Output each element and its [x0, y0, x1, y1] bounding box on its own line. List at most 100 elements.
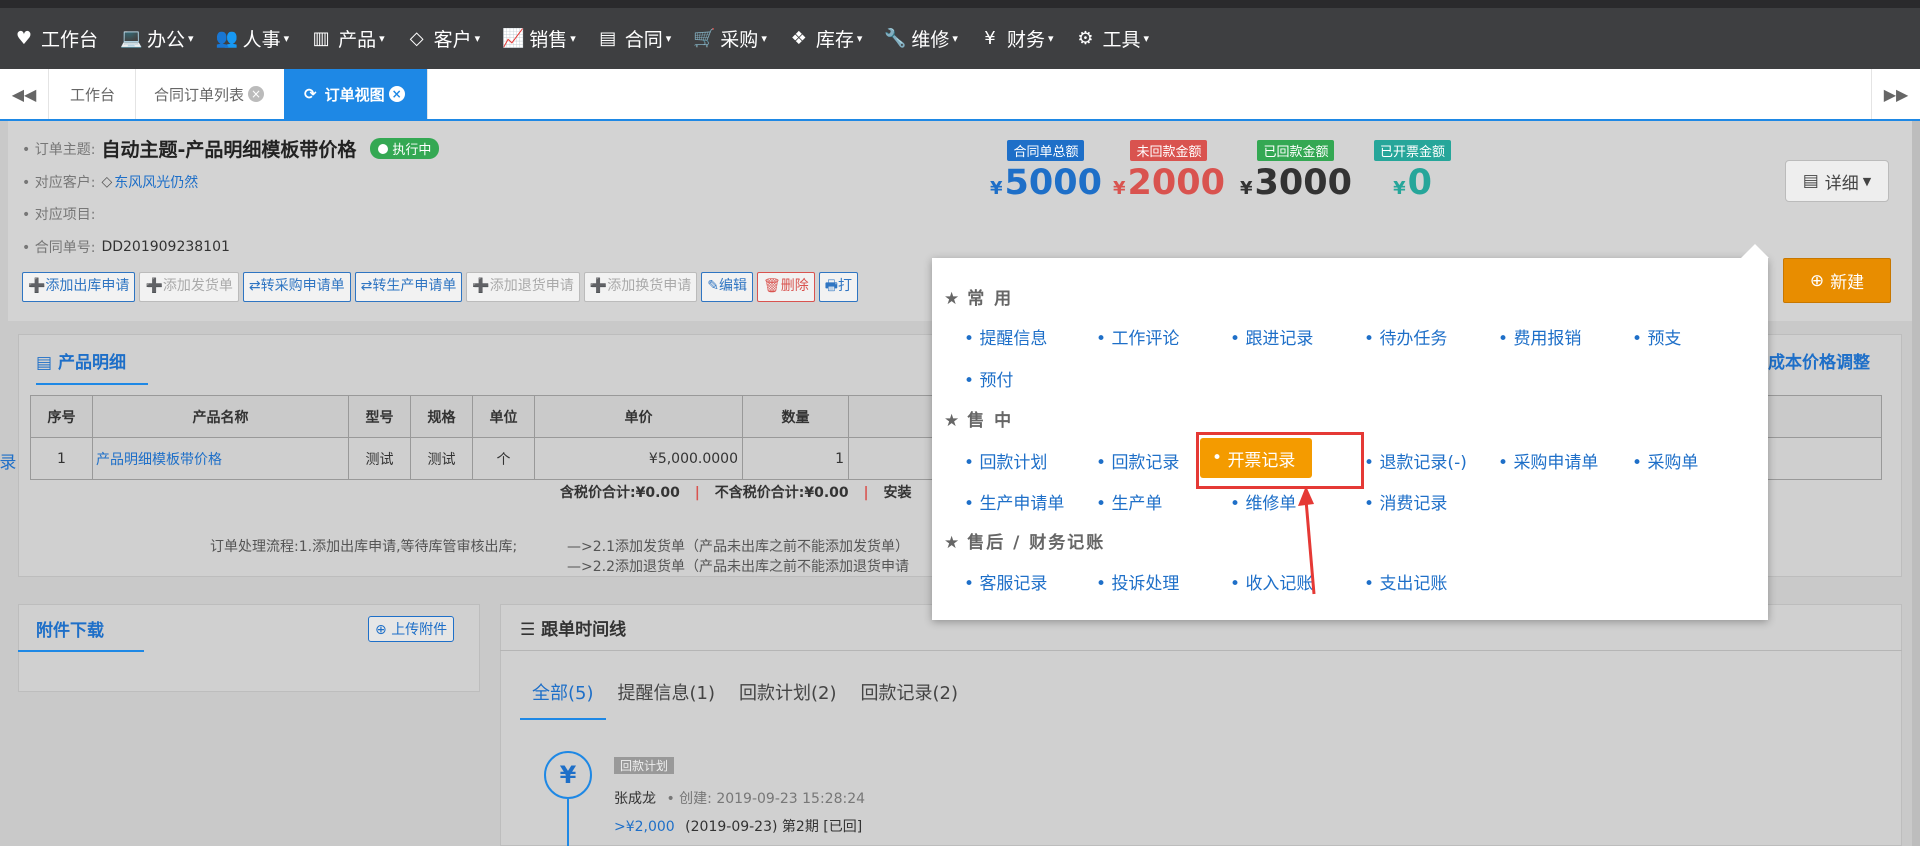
- add-outbound-button[interactable]: ➕添加出库申请: [22, 272, 136, 302]
- project-row: • 对应项目:: [22, 204, 95, 224]
- timeline-amount-row: >¥2,000 (2019-09-23) 第2期 [已回]: [614, 816, 862, 836]
- popup-link[interactable]: 工作评论: [1096, 324, 1179, 349]
- popup-link[interactable]: 回款记录: [1096, 448, 1179, 473]
- users-icon: 👥: [215, 28, 238, 49]
- popup-link[interactable]: 退款记录(-): [1364, 448, 1466, 473]
- nav-item-10[interactable]: ¥ 财务 ▾: [980, 25, 1053, 52]
- popup-link[interactable]: 投诉处理: [1096, 569, 1179, 594]
- nav-label: 客户: [433, 29, 472, 51]
- tab-scroll-left-button[interactable]: ◀◀: [0, 69, 49, 119]
- nav-label: 维修: [911, 29, 950, 51]
- nav-item-2[interactable]: 👥 人事 ▾: [216, 25, 290, 52]
- nav-item-4[interactable]: ◇ 客户 ▾: [407, 25, 480, 52]
- column-header: 单价: [534, 395, 743, 438]
- order-subject: 自动主题-产品明细模板带价格: [101, 139, 357, 161]
- tab-contract-list[interactable]: 合同订单列表 ×: [134, 69, 286, 119]
- add-return-button[interactable]: ➕添加退货申请: [466, 272, 580, 302]
- nav-item-8[interactable]: ❖ 库存 ▾: [789, 25, 863, 52]
- add-exchange-button[interactable]: ➕添加换货申请: [583, 272, 698, 302]
- subject-label: • 订单主题:: [22, 141, 96, 158]
- customer-link[interactable]: 东风风光仍然: [114, 172, 198, 192]
- column-header: 数量: [742, 395, 849, 438]
- flow-text-2: —>2.1添加发货单（产品未出库之前不能添加发货单）: [567, 539, 909, 555]
- nav-label: 销售: [529, 29, 568, 51]
- table-cell[interactable]: 产品明细模板带价格: [92, 437, 349, 480]
- popup-link[interactable]: 采购单: [1632, 448, 1698, 473]
- timeline-user: 张成龙: [614, 791, 656, 807]
- status-text: 执行中: [392, 143, 432, 158]
- caret-down-icon: ▾: [1143, 32, 1150, 45]
- tab-workbench[interactable]: 工作台: [50, 69, 137, 119]
- main-nav: ♥ 工作台 💻 办公 ▾ 👥 人事 ▾ ▥ 产品 ▾ ◇ 客户 ▾ 📈 销售 ▾ ▤ 合同 ▾ 🛒 采购 ▾ ❖ 库存 ▾ 🔧 维修 ▾…: [0, 8, 1920, 69]
- popup-link[interactable]: 跟进记录: [1230, 324, 1313, 349]
- popup-link[interactable]: 采购申请单: [1498, 448, 1598, 473]
- popup-link-highlighted[interactable]: • 开票记录: [1200, 438, 1312, 478]
- popup-link[interactable]: 预付: [964, 366, 1013, 391]
- new-button[interactable]: ⊕ 新建: [1783, 258, 1891, 303]
- attachment-title[interactable]: 附件下载: [18, 604, 144, 652]
- nav-item-1[interactable]: 💻 办公 ▾: [120, 25, 194, 52]
- close-icon[interactable]: ×: [388, 86, 405, 102]
- nav-label: 合同: [624, 29, 663, 51]
- popup-link[interactable]: 开票记录: [0, 448, 16, 473]
- column-header: 序号: [30, 395, 93, 438]
- edit-button[interactable]: ✎编辑: [701, 272, 753, 302]
- nav-item-6[interactable]: ▤ 合同 ▾: [598, 25, 671, 52]
- popup-link[interactable]: 待办任务: [1364, 324, 1447, 349]
- diamond-icon: ◇: [101, 174, 113, 190]
- popup-link[interactable]: 消费记录: [1364, 489, 1447, 514]
- popup-link[interactable]: 生产单: [1096, 489, 1162, 514]
- cubes-icon: ❖: [790, 28, 807, 49]
- timeline-amount[interactable]: >¥2,000: [614, 819, 675, 835]
- detail-dropdown-button[interactable]: ▤ 详细 ▼: [1785, 160, 1889, 202]
- tab-scroll-right-button[interactable]: ▶▶: [1871, 69, 1920, 119]
- popup-link[interactable]: 生产申请单: [964, 489, 1064, 514]
- nav-label: 产品: [338, 29, 377, 51]
- popup-link[interactable]: 回款计划: [964, 448, 1047, 473]
- stat-number: 0: [1407, 163, 1432, 203]
- upload-button[interactable]: ⊕ 上传附件: [368, 616, 455, 642]
- product-panel-title[interactable]: ▤ 产品明细: [36, 348, 148, 385]
- add-shipment-button[interactable]: ➕添加发货单: [139, 272, 239, 302]
- contract-icon: ▤: [599, 28, 617, 49]
- tab-order-view[interactable]: ⟳ 订单视图 ×: [284, 69, 428, 119]
- refresh-icon[interactable]: ⟳: [304, 85, 317, 103]
- nav-item-7[interactable]: 🛒 采购 ▾: [693, 25, 767, 52]
- heart-icon: ♥: [15, 28, 33, 49]
- tab-label: 订单视图: [324, 85, 385, 104]
- table-cell: 测试: [410, 437, 473, 480]
- price-adjust-link[interactable]: 成本价格调整: [1768, 348, 1870, 373]
- nav-item-5[interactable]: 📈 销售 ▾: [502, 25, 576, 52]
- nav-item-0[interactable]: ♥ 工作台: [14, 25, 98, 52]
- close-icon[interactable]: ×: [248, 86, 265, 102]
- timeline-tab-all[interactable]: 全部(5): [520, 668, 606, 720]
- to-production-button[interactable]: ⇄转生产申请单: [354, 272, 463, 302]
- separator: |: [863, 485, 869, 501]
- popup-link[interactable]: 提醒信息: [964, 324, 1047, 349]
- delete-button[interactable]: 🗑删除: [756, 272, 815, 302]
- popup-link[interactable]: 维修单: [1230, 489, 1296, 514]
- scrollbar[interactable]: [1912, 121, 1920, 846]
- timeline-tab-reminder[interactable]: 提醒信息(1): [606, 668, 728, 720]
- customer-row: • 对应客户: ◇ 东风风光仍然: [22, 172, 198, 192]
- print-button[interactable]: 🖶打: [818, 272, 858, 302]
- nav-item-3[interactable]: ▥ 产品 ▾: [311, 25, 385, 52]
- nav-label: 工作台: [41, 29, 99, 51]
- stat-number: 5000: [1004, 163, 1102, 203]
- popup-link[interactable]: 费用报销: [1498, 324, 1581, 349]
- caret-down-icon: ▾: [570, 32, 576, 45]
- timeline-tabs: 全部(5) 提醒信息(1) 回款计划(2) 回款记录(2): [520, 668, 970, 720]
- popup-link[interactable]: 客服记录: [964, 569, 1047, 594]
- timeline-tab-payment-record[interactable]: 回款记录(2): [849, 668, 971, 720]
- popup-link[interactable]: 预支: [1632, 324, 1681, 349]
- nav-item-11[interactable]: ⚙ 工具 ▾: [1075, 25, 1149, 52]
- timeline-tab-payment-plan[interactable]: 回款计划(2): [727, 668, 849, 720]
- orderno-label: • 合同单号:: [22, 240, 96, 256]
- star-icon: ★: [944, 289, 962, 309]
- separator: |: [694, 485, 700, 501]
- table-cell: 测试: [348, 437, 411, 480]
- barcode-icon: ▥: [312, 28, 330, 49]
- nav-item-9[interactable]: 🔧 维修 ▾: [884, 25, 958, 52]
- to-purchase-button[interactable]: ⇄转采购申请单: [242, 272, 351, 302]
- popup-link[interactable]: 支出记账: [1364, 569, 1447, 594]
